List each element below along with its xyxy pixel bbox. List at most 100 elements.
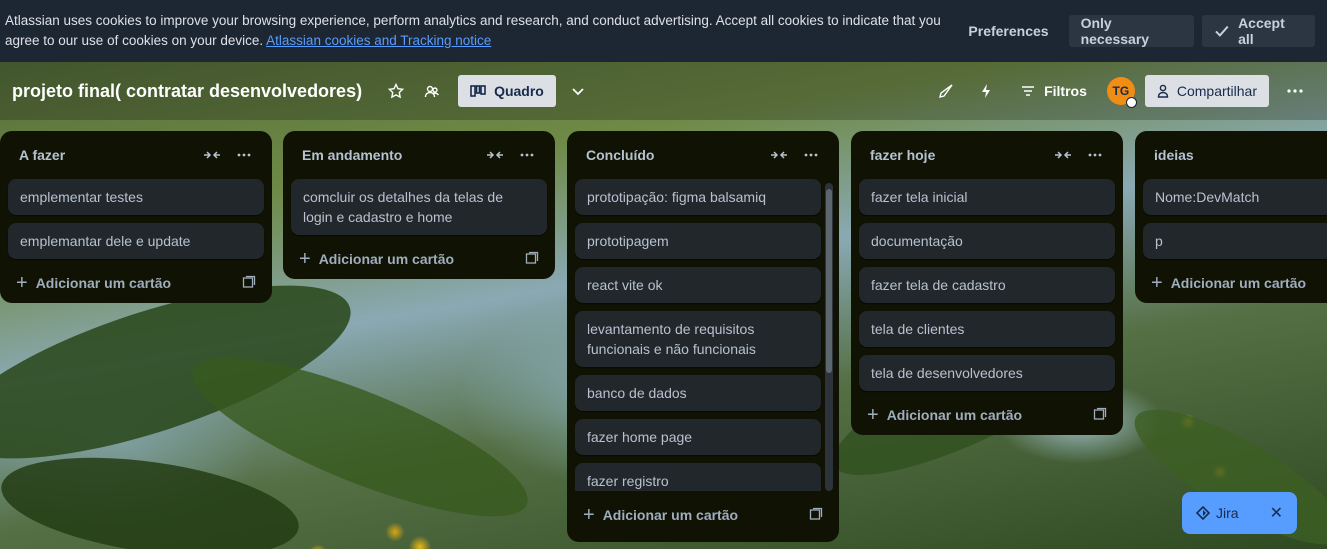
- card[interactable]: react vite ok: [575, 267, 821, 303]
- add-card-button[interactable]: + Adicionar um cartão: [8, 263, 264, 303]
- add-card-label: Adicionar um cartão: [318, 251, 455, 267]
- list-ideias-clip: ideias Nome:DevMatch p + Adicionar um ca…: [1135, 131, 1327, 311]
- preferences-button[interactable]: Preferences: [956, 15, 1060, 47]
- list-menu-icon[interactable]: [228, 139, 260, 171]
- template-icon[interactable]: [525, 251, 539, 268]
- list-title[interactable]: fazer hoje: [870, 147, 1047, 163]
- list-title[interactable]: Em andamento: [302, 147, 479, 163]
- admin-badge-icon: [1125, 97, 1137, 108]
- scrollbar-thumb[interactable]: [826, 189, 832, 373]
- scrollbar[interactable]: [825, 183, 833, 491]
- avatar[interactable]: TG: [1106, 77, 1137, 108]
- card-list: prototipação: figma balsamiq prototipage…: [575, 179, 831, 491]
- more-icon[interactable]: [1279, 75, 1311, 107]
- filter-button[interactable]: Filtros: [1010, 75, 1097, 107]
- collapse-icon[interactable]: [196, 139, 228, 171]
- template-icon[interactable]: [809, 507, 823, 524]
- cookie-banner: Atlassian uses cookies to improve your b…: [0, 0, 1327, 62]
- list-header: A fazer: [8, 131, 264, 179]
- header-actions: Filtros TG Compartilhar: [930, 75, 1315, 108]
- card[interactable]: tela de desenvolvedores: [859, 355, 1115, 391]
- card[interactable]: prototipagem: [575, 223, 821, 259]
- template-icon[interactable]: [1093, 407, 1107, 424]
- card[interactable]: fazer registro: [575, 463, 821, 491]
- list-menu-icon[interactable]: [511, 139, 543, 171]
- card[interactable]: tela de clientes: [859, 311, 1115, 347]
- jira-label: Jira: [1216, 505, 1239, 521]
- card-list: emplementar testes emplemantar dele e up…: [8, 179, 264, 259]
- chevron-down-icon[interactable]: [562, 75, 594, 107]
- list-fazer-hoje: fazer hoje fazer tela inicial documentaç…: [851, 131, 1123, 435]
- collapse-icon[interactable]: [763, 139, 795, 171]
- add-card-button[interactable]: + Adicionar um cartão: [1143, 263, 1327, 303]
- add-card-label: Adicionar um cartão: [35, 275, 172, 291]
- card[interactable]: fazer tela de cadastro: [859, 267, 1115, 303]
- list-menu-icon[interactable]: [1079, 139, 1111, 171]
- accept-all-button[interactable]: Accept all: [1202, 15, 1315, 47]
- list-title[interactable]: Concluído: [586, 147, 763, 163]
- plus-icon: +: [1151, 272, 1163, 294]
- plus-icon: +: [867, 404, 879, 426]
- card[interactable]: fazer home page: [575, 419, 821, 455]
- collapse-icon[interactable]: [479, 139, 511, 171]
- list-title[interactable]: A fazer: [19, 147, 196, 163]
- card[interactable]: banco de dados: [575, 375, 821, 411]
- plus-icon: +: [16, 272, 28, 294]
- template-icon[interactable]: [242, 275, 256, 292]
- board-title[interactable]: projeto final( contratar desenvolvedores…: [12, 81, 362, 102]
- close-icon[interactable]: ✕: [1270, 503, 1283, 523]
- cookie-text: Atlassian uses cookies to improve your b…: [5, 11, 956, 51]
- list-menu-icon[interactable]: [795, 139, 827, 171]
- list-title[interactable]: ideias: [1154, 147, 1327, 163]
- card[interactable]: documentação: [859, 223, 1115, 259]
- add-person-icon: [1157, 84, 1169, 98]
- filter-icon: [1022, 86, 1035, 96]
- card[interactable]: Nome:DevMatch: [1143, 179, 1327, 215]
- card[interactable]: emplemantar dele e update: [8, 223, 264, 259]
- add-card-button[interactable]: + Adicionar um cartão: [575, 495, 831, 535]
- add-card-label: Adicionar um cartão: [602, 507, 739, 523]
- list-em-andamento: Em andamento comcluir os detalhes da tel…: [283, 131, 555, 279]
- cookie-notice-link[interactable]: Atlassian cookies and Tracking notice: [266, 33, 491, 48]
- accept-all-label: Accept all: [1238, 15, 1285, 47]
- card[interactable]: levantamento de requisitos funcionais e …: [575, 311, 821, 367]
- collapse-icon[interactable]: [1047, 139, 1079, 171]
- card-list: comcluir os detalhes da telas de login e…: [291, 179, 547, 235]
- jira-icon: [1196, 506, 1210, 520]
- list-header: ideias: [1143, 131, 1327, 179]
- card-list: fazer tela inicial documentação fazer te…: [859, 179, 1115, 391]
- visibility-icon[interactable]: [416, 75, 448, 107]
- add-card-label: Adicionar um cartão: [1170, 275, 1307, 291]
- check-icon: [1215, 25, 1229, 37]
- card-list: Nome:DevMatch p: [1143, 179, 1327, 259]
- avatar-initials: TG: [1112, 84, 1130, 98]
- only-necessary-button[interactable]: Only necessary: [1068, 15, 1195, 47]
- cookie-actions: Preferences Only necessary Accept all: [956, 15, 1315, 47]
- add-card-label: Adicionar um cartão: [886, 407, 1023, 423]
- card[interactable]: p: [1143, 223, 1327, 259]
- view-switcher-button[interactable]: Quadro: [458, 75, 556, 107]
- list-header: Concluído: [575, 131, 831, 179]
- star-icon[interactable]: [380, 75, 412, 107]
- board-icon: [470, 85, 486, 97]
- add-card-button[interactable]: + Adicionar um cartão: [291, 239, 547, 279]
- list-a-fazer: A fazer emplementar testes emplemantar d…: [0, 131, 272, 303]
- card[interactable]: comcluir os detalhes da telas de login e…: [291, 179, 547, 235]
- board-header: projeto final( contratar desenvolvedores…: [0, 62, 1327, 120]
- view-label: Quadro: [494, 83, 544, 99]
- jira-button[interactable]: Jira ✕: [1182, 492, 1297, 534]
- filter-label: Filtros: [1044, 83, 1087, 99]
- share-label: Compartilhar: [1176, 83, 1257, 99]
- share-button[interactable]: Compartilhar: [1144, 75, 1269, 107]
- lightning-icon[interactable]: [970, 75, 1002, 107]
- card[interactable]: fazer tela inicial: [859, 179, 1115, 215]
- add-card-button[interactable]: + Adicionar um cartão: [859, 395, 1115, 435]
- rocket-icon[interactable]: [930, 75, 962, 107]
- list-concluido: Concluído prototipação: figma balsamiq p…: [567, 131, 839, 542]
- list-ideias: ideias Nome:DevMatch p + Adicionar um ca…: [1135, 131, 1327, 303]
- background-leaf: [0, 441, 305, 549]
- card[interactable]: emplementar testes: [8, 179, 264, 215]
- plus-icon: +: [583, 504, 595, 526]
- plus-icon: +: [299, 248, 311, 270]
- card[interactable]: prototipação: figma balsamiq: [575, 179, 821, 215]
